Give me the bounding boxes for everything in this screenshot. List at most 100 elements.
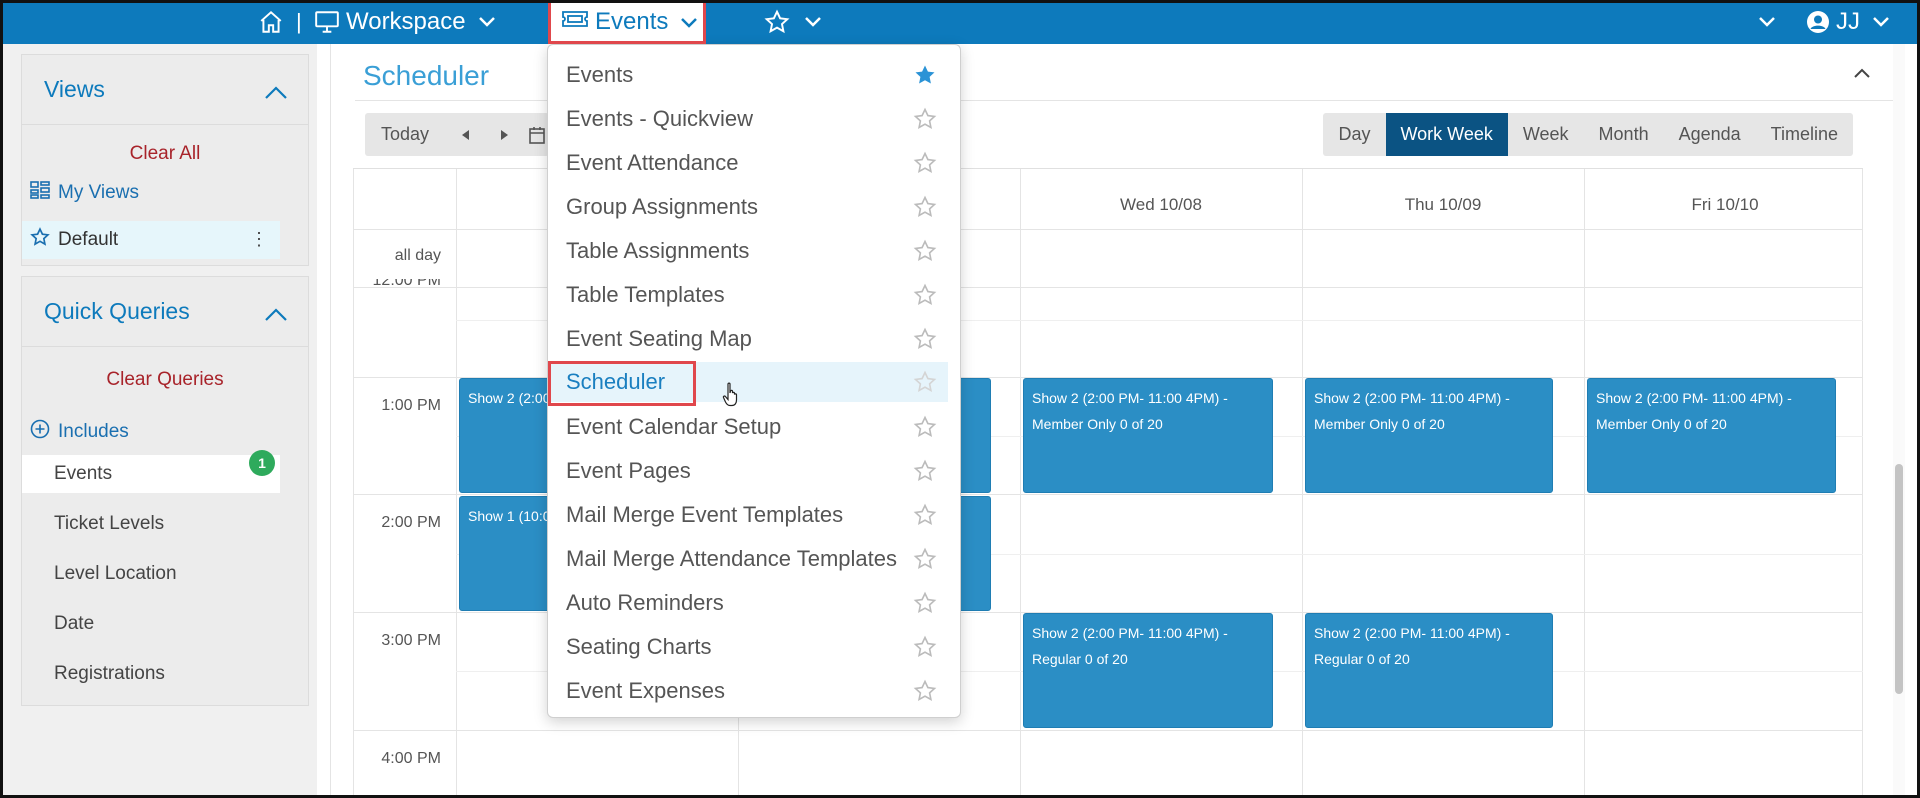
calendar-event[interactable]: Show 2 (2:00 PM- 11:00 4PM) - Regular 0 …: [1023, 613, 1273, 728]
menu-item-events-quickview[interactable]: Events - Quickview: [548, 99, 960, 139]
calendar-icon[interactable]: [525, 113, 549, 156]
view-work-week-button[interactable]: Work Week: [1385, 113, 1508, 156]
star-outline-icon[interactable]: [913, 195, 937, 225]
menu-item-event-seating-map[interactable]: Event Seating Map: [548, 319, 960, 359]
menu-item-table-templates[interactable]: Table Templates: [548, 275, 960, 315]
view-switcher: Day Work Week Week Month Agenda Timeline: [1323, 113, 1853, 156]
menu-item-label: Event Seating Map: [566, 326, 752, 351]
star-outline-icon[interactable]: [913, 591, 937, 621]
star-filled-icon[interactable]: [913, 63, 937, 93]
query-item-ticket-levels[interactable]: Ticket Levels: [22, 505, 280, 543]
star-outline-icon[interactable]: [913, 635, 937, 665]
query-item-registrations[interactable]: Registrations: [22, 655, 280, 693]
clear-queries-link[interactable]: Clear Queries: [22, 369, 308, 391]
events-menu-button[interactable]: Events: [548, 0, 706, 44]
menu-item-seating-charts[interactable]: Seating Charts: [548, 627, 960, 667]
user-avatar-icon: [1806, 10, 1830, 34]
grid-line: [1862, 169, 1863, 798]
star-outline-icon[interactable]: [913, 327, 937, 357]
menu-item-label: Mail Merge Event Templates: [566, 502, 844, 527]
chevron-down-icon: [680, 8, 698, 36]
menu-item-events[interactable]: Events: [548, 55, 960, 95]
time-label: 12:00 PM: [372, 279, 441, 289]
next-arrow-icon[interactable]: [485, 113, 525, 156]
chevron-up-icon[interactable]: [264, 301, 288, 328]
calendar-event[interactable]: Show 2 (2:00 PM- 11:00 4PM) - Member Onl…: [1587, 378, 1836, 493]
menu-item-auto-reminders[interactable]: Auto Reminders: [548, 583, 960, 623]
hand-pointer-cursor-icon: [722, 382, 742, 413]
workspace-label: Workspace: [346, 8, 466, 35]
query-item-label: Date: [54, 613, 95, 634]
views-header[interactable]: Views: [22, 55, 308, 125]
view-agenda-button[interactable]: Agenda: [1664, 113, 1756, 156]
grid-line: [1302, 169, 1303, 798]
query-item-date[interactable]: Date: [22, 605, 280, 643]
events-count-badge: 1: [249, 450, 275, 476]
vertical-scrollbar[interactable]: [1893, 44, 1905, 798]
view-month-button[interactable]: Month: [1584, 113, 1664, 156]
event-text: Show 2 (2:00 PM- 11:00 4PM) - Member Onl…: [1314, 390, 1510, 432]
query-item-events[interactable]: Events: [22, 455, 280, 493]
menu-item-table-assignments[interactable]: Table Assignments: [548, 231, 960, 271]
includes-link[interactable]: Includes: [30, 419, 129, 445]
star-outline-icon[interactable]: [913, 107, 937, 137]
scheduler-highlight-box: [548, 361, 696, 406]
separator: |: [296, 9, 302, 34]
menu-item-label: Event Attendance: [566, 150, 739, 175]
menu-item-group-assignments[interactable]: Group Assignments: [548, 187, 960, 227]
time-label: 4:00 PM: [381, 750, 441, 767]
default-view-item[interactable]: Default ⋮: [22, 221, 280, 259]
menu-item-label: Table Templates: [566, 282, 725, 307]
query-item-label: Level Location: [54, 563, 177, 584]
menu-item-mail-merge-attendance-templates[interactable]: Mail Merge Attendance Templates: [548, 539, 960, 579]
star-outline-icon[interactable]: [913, 239, 937, 269]
workspace-menu[interactable]: Workspace: [314, 0, 496, 44]
star-outline-icon[interactable]: [913, 283, 937, 313]
view-day-button[interactable]: Day: [1323, 113, 1385, 156]
menu-item-event-attendance[interactable]: Event Attendance: [548, 143, 960, 183]
menu-item-event-expenses[interactable]: Event Expenses: [548, 671, 960, 711]
collapse-chevron-icon[interactable]: [1853, 66, 1871, 84]
calendar-event[interactable]: Show 2 (2:00 PM- 11:00 4PM) - Regular 0 …: [1305, 613, 1553, 728]
more-chevron-icon[interactable]: [1758, 0, 1776, 44]
quick-queries-title: Quick Queries: [44, 298, 190, 324]
prev-arrow-icon[interactable]: [445, 113, 485, 156]
chevron-up-icon[interactable]: [264, 79, 288, 106]
view-timeline-button[interactable]: Timeline: [1756, 113, 1853, 156]
star-outline-icon[interactable]: [913, 415, 937, 445]
ticket-icon: [561, 8, 589, 36]
menu-item-event-pages[interactable]: Event Pages: [548, 451, 960, 491]
quick-queries-panel: Quick Queries Clear Queries Includes Eve…: [21, 276, 309, 706]
menu-item-mail-merge-event-templates[interactable]: Mail Merge Event Templates: [548, 495, 960, 535]
kebab-menu-icon[interactable]: ⋮: [250, 229, 268, 250]
user-initials: JJ: [1836, 8, 1860, 35]
star-outline-icon[interactable]: [913, 679, 937, 709]
star-outline-icon[interactable]: [913, 459, 937, 489]
event-text: Show 2 (2:00 PM- 11:00 4PM) - Member Onl…: [1032, 390, 1228, 432]
query-item-level-location[interactable]: Level Location: [22, 555, 280, 593]
my-views-link[interactable]: My Views: [30, 181, 139, 205]
grid-line: [456, 169, 457, 798]
event-text: Show 2 (2:00 PM- 11:00 4PM) - Regular 0 …: [1314, 625, 1510, 667]
my-views-label: My Views: [58, 182, 139, 203]
grid-views-icon: [30, 181, 50, 205]
clear-all-link[interactable]: Clear All: [22, 143, 308, 165]
calendar-event[interactable]: Show 2 (2:00 PM- 11:00 4PM) - Member Onl…: [1305, 378, 1553, 493]
quick-queries-header[interactable]: Quick Queries: [22, 277, 308, 347]
star-outline-icon[interactable]: [913, 151, 937, 181]
favorites-star-icon[interactable]: [764, 0, 822, 44]
star-outline-icon[interactable]: [913, 503, 937, 533]
star-outline-icon[interactable]: [913, 370, 937, 400]
scrollbar-thumb[interactable]: [1895, 464, 1903, 694]
calendar-event[interactable]: Show 2 (2:00 PM- 11:00 4PM) - Member Onl…: [1023, 378, 1273, 493]
menu-item-label: Events: [566, 62, 634, 87]
grid-line: [1020, 169, 1021, 798]
plus-circle-icon: [30, 419, 50, 445]
star-outline-icon[interactable]: [913, 547, 937, 577]
home-icon[interactable]: [258, 0, 284, 44]
today-button[interactable]: Today: [365, 113, 445, 156]
grid-line: [353, 730, 1863, 731]
menu-item-event-calendar-setup[interactable]: Event Calendar Setup: [548, 407, 960, 447]
user-menu[interactable]: JJ: [1806, 0, 1890, 44]
view-week-button[interactable]: Week: [1508, 113, 1584, 156]
